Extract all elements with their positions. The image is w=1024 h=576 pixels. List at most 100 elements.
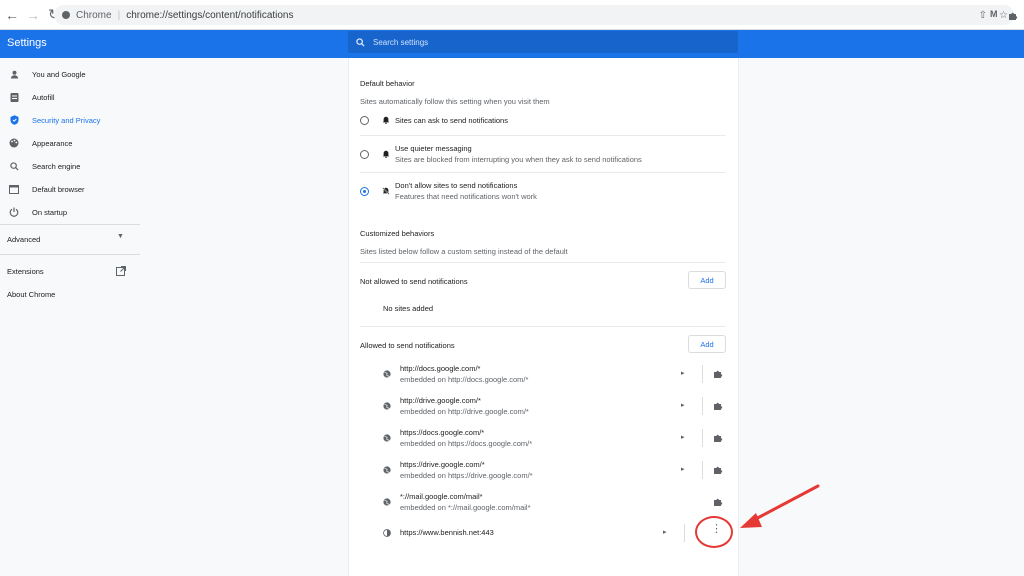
browser-icon bbox=[7, 184, 21, 194]
address-bar[interactable]: Chrome | chrome://settings/content/notif… bbox=[54, 5, 1014, 25]
add-allowed-button[interactable]: Add bbox=[688, 335, 726, 353]
search-icon bbox=[356, 37, 365, 47]
radio-quieter[interactable] bbox=[360, 150, 369, 159]
site-embedded: embedded on https://drive.google.com/* bbox=[400, 471, 533, 480]
site-url: https://drive.google.com/* bbox=[400, 460, 485, 469]
divider bbox=[360, 172, 726, 173]
sidebar-item-advanced[interactable]: Advanced ▼ bbox=[0, 229, 140, 249]
site-url: https://docs.google.com/* bbox=[400, 428, 485, 437]
radio-block[interactable] bbox=[360, 187, 369, 196]
extension-puzzle-icon[interactable] bbox=[713, 497, 723, 507]
option-label: Sites can ask to send notifications bbox=[395, 116, 508, 125]
gmail-icon[interactable]: M bbox=[990, 9, 998, 19]
sidebar-item-label: Extensions bbox=[7, 267, 44, 276]
not-allowed-label: Not allowed to send notifications bbox=[360, 277, 468, 286]
extension-puzzle-icon[interactable] bbox=[713, 433, 723, 443]
site-row[interactable]: https://docs.google.com/* embedded on ht… bbox=[349, 422, 738, 454]
site-url: http://docs.google.com/* bbox=[400, 364, 481, 373]
site-embedded: embedded on *://mail.google.com/mail* bbox=[400, 503, 531, 512]
option-label: Don't allow sites to send notifications bbox=[395, 181, 518, 190]
chevron-right-icon[interactable]: ▸ bbox=[681, 465, 685, 473]
sidebar-item-about-chrome[interactable]: About Chrome bbox=[0, 284, 140, 304]
globe-icon bbox=[383, 498, 391, 506]
sidebar-item-appearance[interactable]: Appearance bbox=[0, 133, 140, 153]
site-row[interactable]: http://docs.google.com/* embedded on htt… bbox=[349, 358, 738, 390]
divider bbox=[360, 262, 726, 263]
add-blocked-button[interactable]: Add bbox=[688, 271, 726, 289]
sidebar-item-label: Default browser bbox=[32, 184, 85, 194]
option-desc: Sites are blocked from interrupting you … bbox=[395, 155, 642, 164]
extension-puzzle-icon[interactable] bbox=[713, 369, 723, 379]
url-text[interactable]: chrome://settings/content/notifications bbox=[126, 10, 293, 21]
annotation-circle bbox=[695, 516, 733, 548]
back-icon[interactable]: ← bbox=[3, 6, 21, 24]
sidebar-item-you-and-google[interactable]: You and Google bbox=[0, 64, 140, 84]
forward-icon[interactable]: → bbox=[24, 6, 42, 24]
section-heading-customized: Customized behaviors bbox=[360, 229, 435, 238]
bell-off-icon bbox=[382, 187, 390, 195]
row-separator bbox=[684, 524, 685, 542]
site-row[interactable]: https://www.bennish.net:443 ▸ ⋮ bbox=[349, 518, 738, 548]
sidebar-item-label: About Chrome bbox=[7, 290, 56, 299]
sidebar-item-label: On startup bbox=[32, 207, 68, 217]
sidebar: You and Google Autofill Security and Pri… bbox=[0, 58, 140, 576]
address-separator: | bbox=[117, 9, 121, 21]
site-url: *://mail.google.com/mail* bbox=[400, 492, 483, 501]
extensions-puzzle-icon[interactable] bbox=[1008, 8, 1018, 26]
site-row[interactable]: http://drive.google.com/* embedded on ht… bbox=[349, 390, 738, 422]
section-subtitle-customized: Sites listed below follow a custom setti… bbox=[360, 247, 568, 256]
row-separator bbox=[702, 397, 703, 415]
globe-icon bbox=[383, 434, 391, 442]
site-embedded: embedded on http://drive.google.com/* bbox=[400, 407, 529, 416]
sidebar-item-label: Autofill bbox=[32, 92, 55, 102]
sidebar-item-label: You and Google bbox=[32, 69, 86, 79]
clipboard-icon bbox=[7, 92, 21, 102]
annotation-arrow bbox=[740, 484, 820, 528]
option-desc: Features that need notifications won't w… bbox=[395, 192, 537, 201]
chevron-right-icon[interactable]: ▸ bbox=[663, 528, 667, 536]
chevron-down-icon: ▼ bbox=[117, 233, 124, 240]
allowed-label: Allowed to send notifications bbox=[360, 341, 455, 350]
partial-globe-icon bbox=[383, 529, 391, 537]
site-info-icon[interactable] bbox=[62, 11, 70, 19]
sidebar-item-search-engine[interactable]: Search engine bbox=[0, 156, 140, 176]
radio-allow-ask[interactable] bbox=[360, 116, 369, 125]
sidebar-item-label: Search engine bbox=[32, 161, 81, 171]
site-name: Chrome bbox=[76, 9, 112, 21]
row-separator bbox=[702, 429, 703, 447]
bookmark-star-icon[interactable]: ☆ bbox=[999, 10, 1008, 21]
site-row[interactable]: *://mail.google.com/mail* embedded on *:… bbox=[349, 486, 738, 518]
sidebar-item-label: Appearance bbox=[32, 138, 73, 148]
palette-icon bbox=[7, 138, 21, 148]
sidebar-item-extensions[interactable]: Extensions bbox=[0, 261, 140, 281]
person-icon bbox=[7, 70, 21, 79]
notifications-card: Default behavior Sites automatically fol… bbox=[349, 58, 738, 576]
chevron-right-icon[interactable]: ▸ bbox=[681, 433, 685, 441]
share-icon[interactable]: ⇧ bbox=[979, 10, 987, 21]
section-subtitle-default: Sites automatically follow this setting … bbox=[360, 97, 550, 106]
sidebar-divider bbox=[0, 224, 140, 225]
extension-puzzle-icon[interactable] bbox=[713, 465, 723, 475]
sidebar-item-security-and-privacy[interactable]: Security and Privacy bbox=[0, 110, 140, 130]
sidebar-item-on-startup[interactable]: On startup bbox=[0, 202, 140, 222]
settings-header: Settings bbox=[0, 30, 1024, 58]
site-row[interactable]: https://drive.google.com/* embedded on h… bbox=[349, 454, 738, 486]
globe-icon bbox=[383, 402, 391, 410]
open-in-new-icon bbox=[116, 266, 126, 278]
chevron-right-icon[interactable]: ▸ bbox=[681, 369, 685, 377]
no-sites-text: No sites added bbox=[383, 304, 434, 313]
bell-icon bbox=[382, 116, 390, 124]
sidebar-item-default-browser[interactable]: Default browser bbox=[0, 179, 140, 199]
extension-puzzle-icon[interactable] bbox=[713, 401, 723, 411]
row-separator bbox=[702, 461, 703, 479]
site-url: http://drive.google.com/* bbox=[400, 396, 481, 405]
search-input[interactable] bbox=[373, 37, 703, 47]
section-heading-default: Default behavior bbox=[360, 79, 415, 88]
sidebar-item-autofill[interactable]: Autofill bbox=[0, 87, 140, 107]
power-icon bbox=[7, 207, 21, 217]
site-url: https://www.bennish.net:443 bbox=[400, 528, 494, 537]
settings-search[interactable] bbox=[348, 31, 738, 53]
divider bbox=[360, 135, 726, 136]
chevron-right-icon[interactable]: ▸ bbox=[681, 401, 685, 409]
page-title: Settings bbox=[7, 37, 47, 49]
